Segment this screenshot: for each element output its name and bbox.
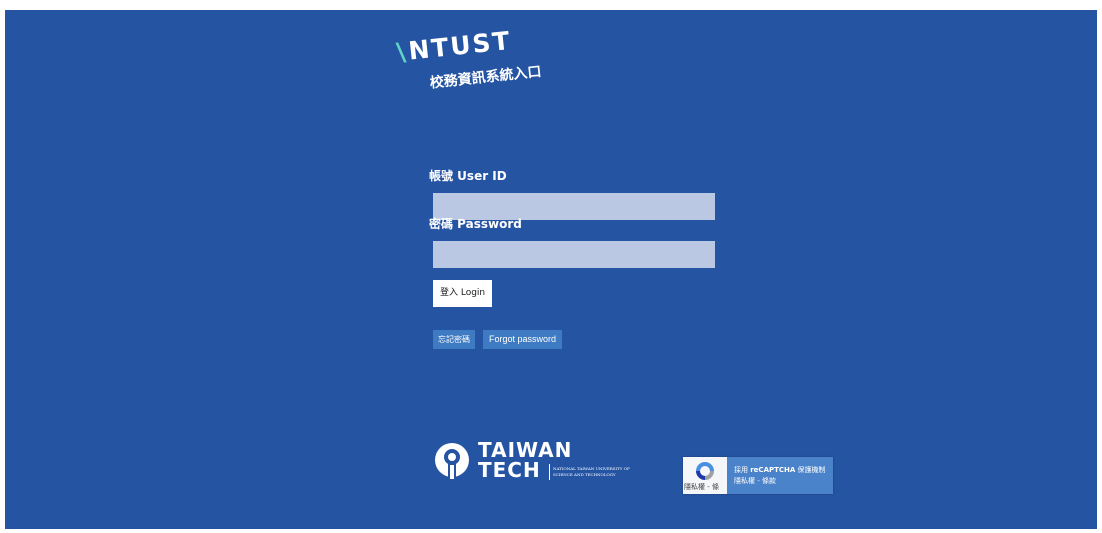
bottom-strip bbox=[0, 529, 1102, 533]
forgot-password-en-button[interactable]: Forgot password bbox=[483, 330, 563, 349]
recaptcha-badge[interactable]: 隱私權 - 條 採用 reCAPTCHA 保護機制 隱私權 - 條款 bbox=[683, 457, 833, 494]
password-label: 密碼 Password bbox=[429, 217, 522, 231]
recaptcha-icon bbox=[696, 462, 714, 480]
tech-divider bbox=[549, 464, 550, 480]
taiwan-tech-logo: TAIWAN TECH NATIONAL TAIWAN UNIVERSITY O… bbox=[433, 438, 633, 486]
logo-text: NTUST bbox=[407, 25, 513, 66]
password-input[interactable] bbox=[433, 241, 715, 268]
taiwan-tech-emblem-icon bbox=[435, 443, 469, 481]
ntust-logo: \NTUST 校務資訊系統入口 bbox=[395, 22, 553, 117]
user-id-label: 帳號 User ID bbox=[429, 169, 507, 183]
forgot-password-zh-button[interactable]: 忘記密碼 bbox=[433, 330, 475, 349]
recaptcha-logo-box: 隱私權 - 條 bbox=[683, 457, 727, 494]
recaptcha-brand: reCAPTCHA bbox=[750, 466, 796, 474]
recaptcha-privacy-short[interactable]: 隱私權 - 條 bbox=[684, 482, 719, 492]
tech-word-tech: TECH bbox=[478, 458, 541, 482]
recaptcha-text: 採用 reCAPTCHA 保護機制 bbox=[734, 465, 826, 475]
recaptcha-prefix: 採用 bbox=[734, 466, 751, 474]
logo-title: \NTUST bbox=[395, 26, 513, 67]
tech-subtitle-line2: SCIENCE AND TECHNOLOGY bbox=[553, 472, 616, 477]
recaptcha-privacy-terms-link[interactable]: 隱私權 - 條款 bbox=[734, 476, 776, 486]
logo-subtitle: 校務資訊系統入口 bbox=[429, 63, 543, 92]
login-page: \NTUST 校務資訊系統入口 帳號 User ID 密碼 Password 登… bbox=[5, 10, 1097, 532]
login-button[interactable]: 登入 Login bbox=[433, 280, 493, 307]
tech-subtitle-line1: NATIONAL TAIWAN UNIVERSITY OF bbox=[553, 466, 630, 471]
recaptcha-suffix: 保護機制 bbox=[795, 466, 826, 474]
